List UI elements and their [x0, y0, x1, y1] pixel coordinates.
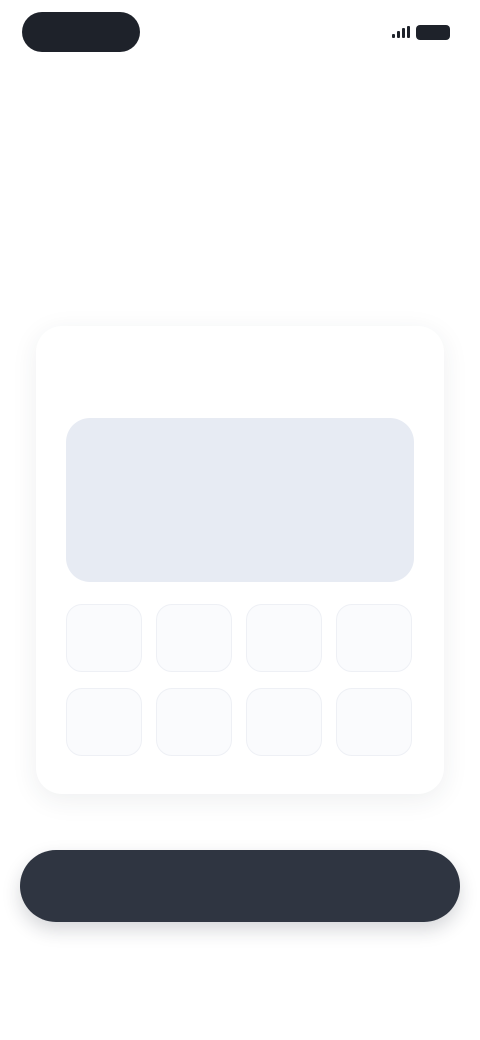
keypad-key[interactable] [336, 604, 412, 672]
keypad-key[interactable] [246, 604, 322, 672]
keypad-key[interactable] [156, 604, 232, 672]
primary-action-button[interactable] [20, 850, 460, 922]
keypad-card [36, 326, 444, 794]
keypad-key[interactable] [156, 688, 232, 756]
keypad [66, 604, 414, 756]
keypad-key[interactable] [66, 688, 142, 756]
status-bar [0, 0, 480, 64]
battery-icon [416, 24, 450, 40]
status-time-pill [22, 12, 140, 52]
signal-bars-icon [392, 26, 410, 38]
entry-display [66, 418, 414, 582]
keypad-key[interactable] [246, 688, 322, 756]
status-icons [392, 20, 450, 44]
keypad-key[interactable] [66, 604, 142, 672]
keypad-key[interactable] [336, 688, 412, 756]
